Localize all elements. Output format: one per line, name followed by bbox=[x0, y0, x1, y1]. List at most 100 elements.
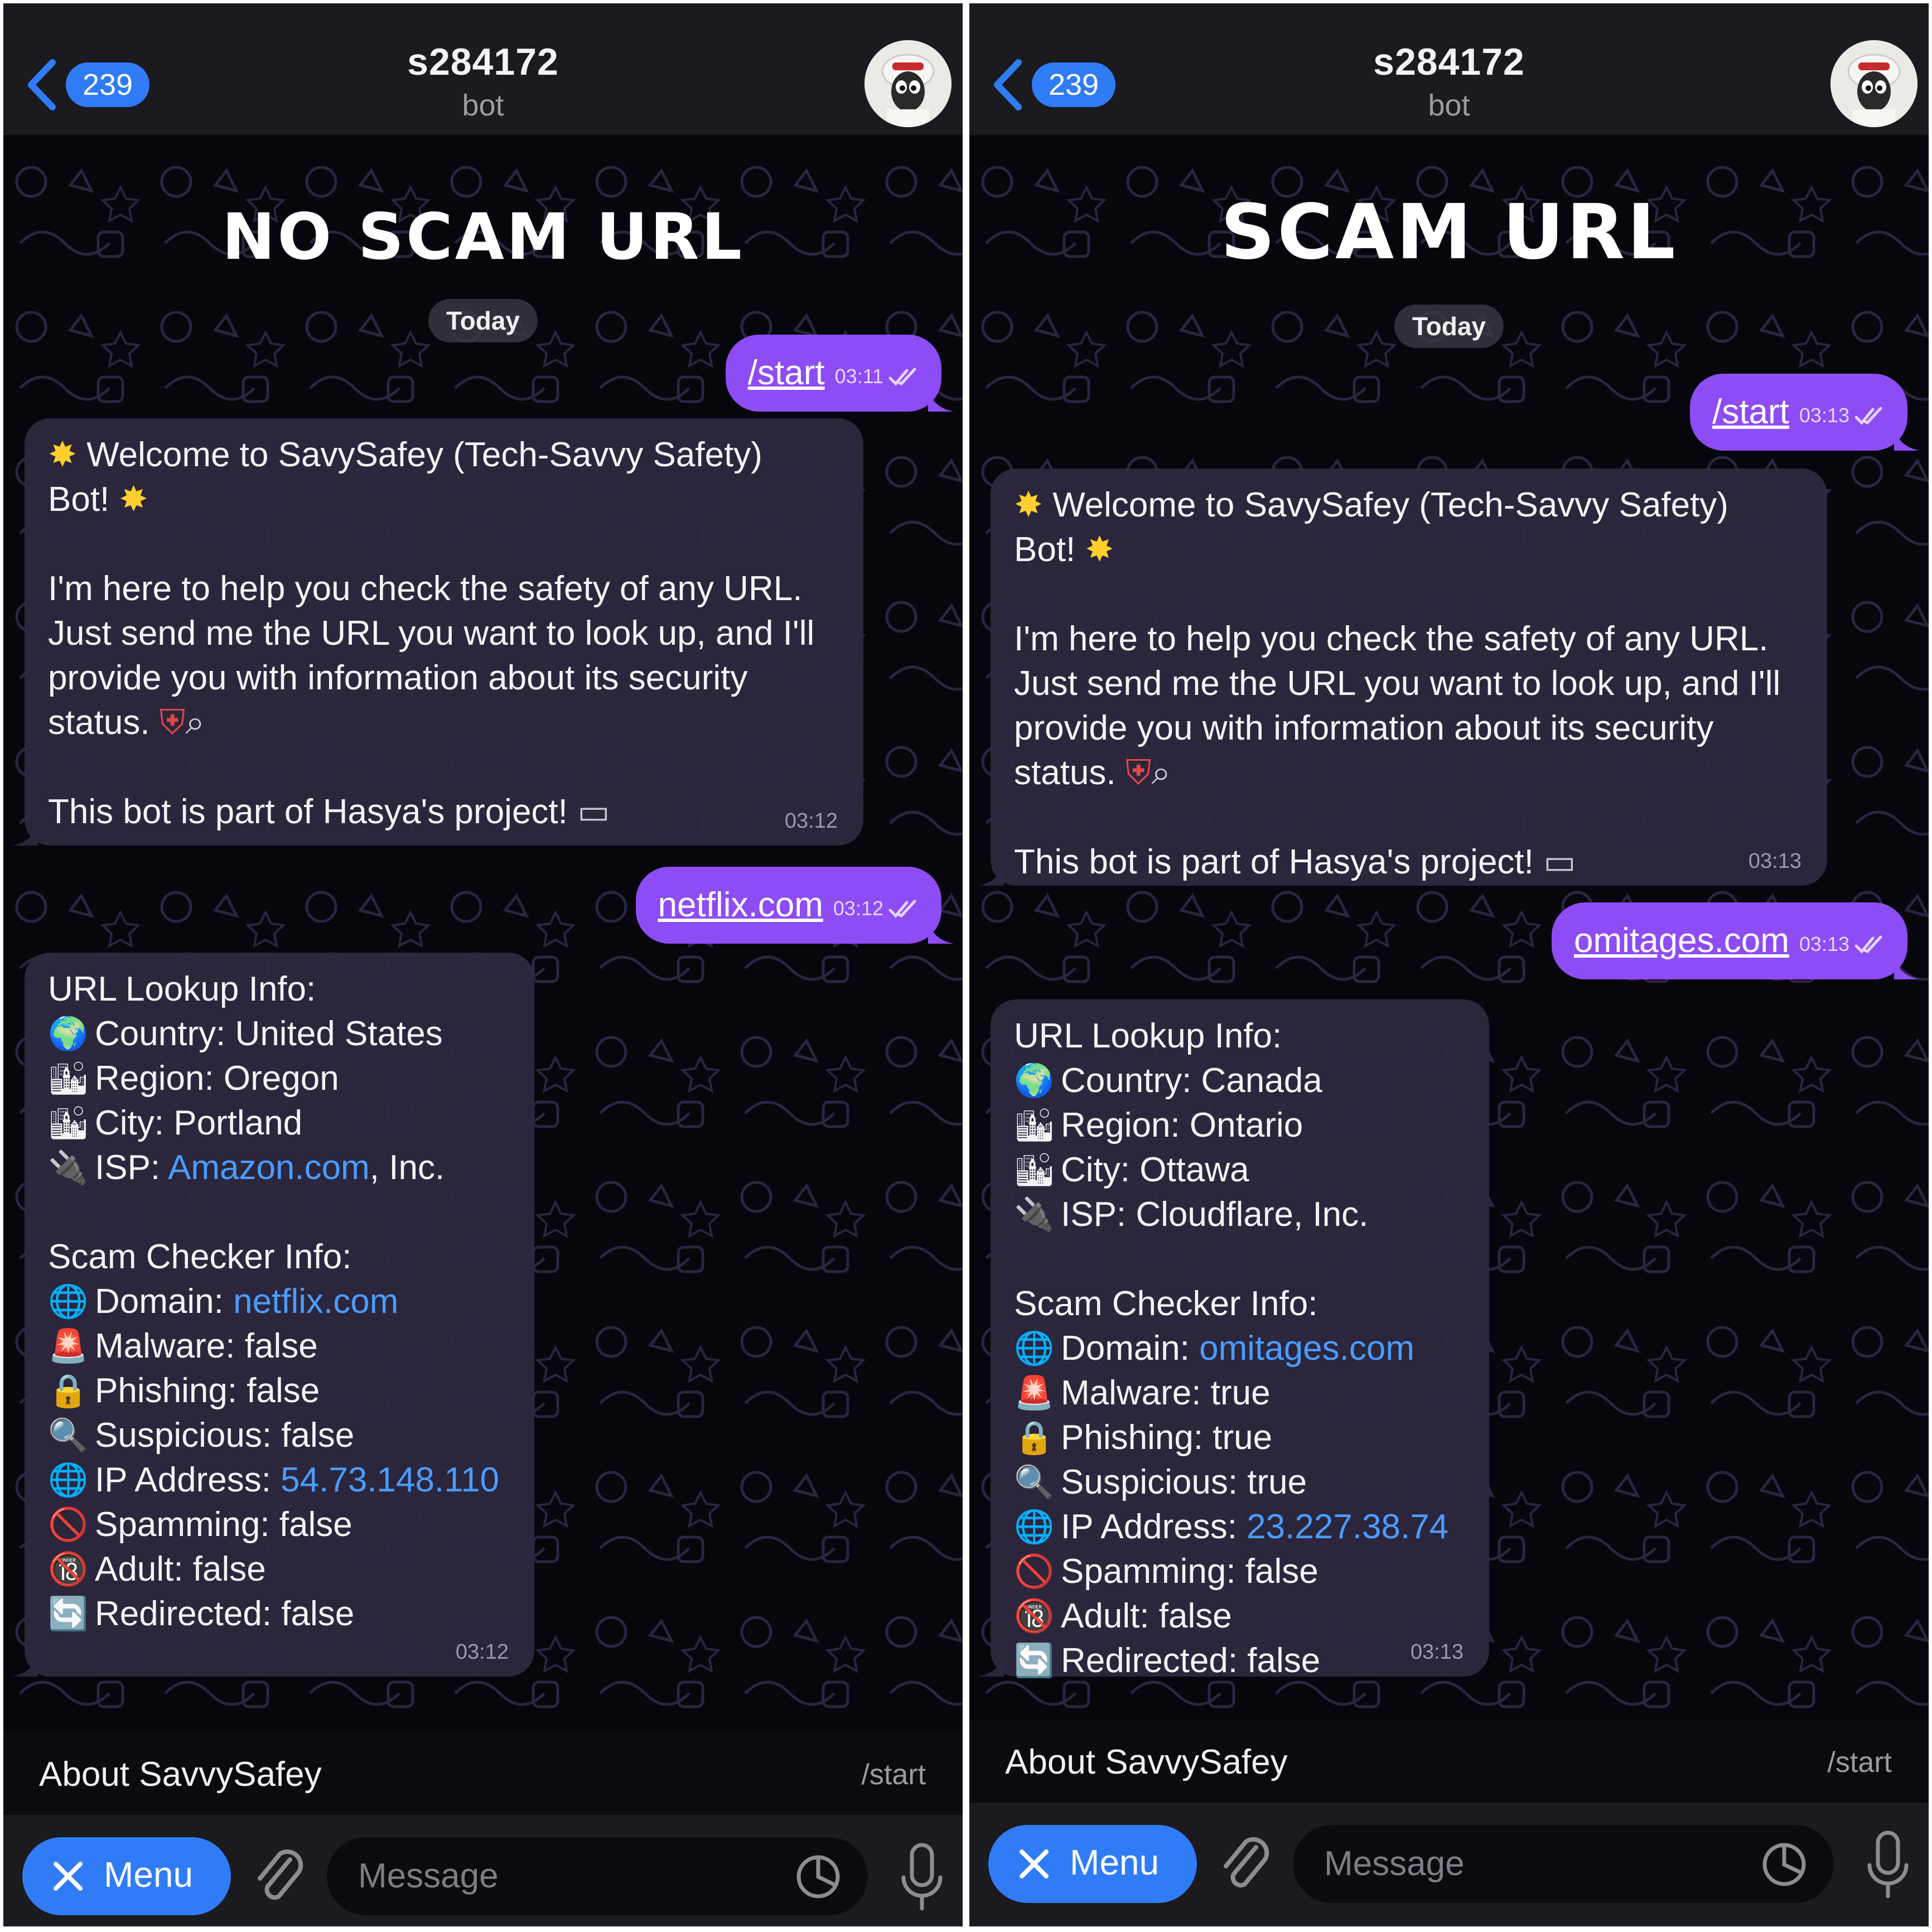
sticker-icon[interactable] bbox=[794, 1853, 842, 1901]
microphone-icon[interactable] bbox=[1864, 1825, 1912, 1903]
outgoing-message[interactable]: omitages.com 03:13 bbox=[1551, 902, 1920, 979]
city-value: City: Ottawa bbox=[1061, 1151, 1249, 1189]
menu-button[interactable]: Menu bbox=[988, 1825, 1197, 1903]
globe-icon: 🌍 bbox=[48, 1016, 89, 1052]
adult-value: Adult: false bbox=[95, 1550, 266, 1588]
chat-header: 239 s284172 bot bbox=[3, 3, 963, 135]
scam-heading: Scam Checker Info: bbox=[1014, 1284, 1318, 1323]
malware-value: Malware: false bbox=[95, 1327, 318, 1365]
country-value: Country: Canada bbox=[1061, 1061, 1322, 1100]
web-icon: 🌐 bbox=[48, 1462, 89, 1498]
bubble-tail bbox=[978, 1652, 1004, 1677]
plug-icon: 🔌 bbox=[1014, 1196, 1055, 1233]
ip-link[interactable]: 23.227.38.74 bbox=[1247, 1508, 1448, 1546]
bubble-tail bbox=[12, 821, 38, 846]
composer-bar: Menu Message bbox=[969, 1803, 1929, 1926]
paperclip-icon[interactable] bbox=[251, 1846, 307, 1907]
globe-icon: 🌍 bbox=[1014, 1062, 1055, 1099]
message-time: 03:12 bbox=[455, 1640, 509, 1664]
comparison-label: SCAM URL bbox=[1220, 189, 1678, 277]
close-icon bbox=[54, 1862, 83, 1891]
refresh-icon: 🔄 bbox=[1014, 1643, 1055, 1679]
siren-icon: 🚨 bbox=[1014, 1375, 1055, 1411]
laptop-icon: ▭ bbox=[577, 793, 610, 831]
chat-screen-no-scam: 239 s284172 bot NO SCAM URL Today /start… bbox=[3, 3, 963, 1926]
bot-avatar[interactable] bbox=[1830, 40, 1917, 127]
cityscape-icon: 🏙 bbox=[48, 1060, 89, 1097]
message-placeholder: Message bbox=[1324, 1844, 1465, 1883]
message-input[interactable]: Message bbox=[327, 1837, 868, 1915]
read-checkmarks-icon bbox=[888, 900, 916, 918]
url-link[interactable]: netflix.com bbox=[658, 867, 823, 944]
scam-heading: Scam Checker Info: bbox=[48, 1238, 352, 1276]
microphone-icon[interactable] bbox=[898, 1837, 946, 1915]
suspicious-value: Suspicious: true bbox=[1061, 1463, 1307, 1501]
welcome-message: ✸ Welcome to SavySafey (Tech-Savvy Safet… bbox=[12, 418, 863, 846]
lookup-heading: URL Lookup Info: bbox=[1014, 1017, 1282, 1055]
message-time: 03:12 bbox=[833, 897, 883, 920]
cityscape-icon: 🏙 bbox=[48, 1105, 89, 1141]
date-separator: Today bbox=[428, 299, 538, 342]
web-icon: 🌐 bbox=[48, 1283, 89, 1320]
welcome-footer: This bot is part of Hasya's project! bbox=[48, 793, 568, 831]
start-command[interactable]: /start bbox=[861, 1758, 926, 1791]
bubble-tail bbox=[1894, 426, 1920, 451]
paperclip-icon[interactable] bbox=[1217, 1834, 1273, 1895]
lookup-result-message: URL Lookup Info: 🌍 Country: Canada 🏙 Regio… bbox=[978, 999, 1489, 1680]
message-time: 03:12 bbox=[784, 809, 838, 833]
close-icon bbox=[1020, 1849, 1049, 1878]
command-link[interactable]: /start bbox=[748, 335, 825, 412]
domain-label: Domain: bbox=[1061, 1329, 1200, 1368]
magnifier-icon: 🔍 bbox=[48, 1417, 89, 1453]
chat-title[interactable]: s284172 bbox=[3, 40, 963, 84]
welcome-line: Welcome to SavySafey (Tech-Savvy Safety) bbox=[86, 436, 762, 474]
domain-label: Domain: bbox=[95, 1282, 234, 1321]
read-checkmarks-icon bbox=[1854, 935, 1882, 954]
message-input[interactable]: Message bbox=[1293, 1825, 1834, 1903]
refresh-icon: 🔄 bbox=[48, 1596, 89, 1632]
isp-value: ISP: Cloudflare, Inc. bbox=[1061, 1195, 1369, 1234]
message-time: 03:13 bbox=[1748, 849, 1801, 873]
message-time: 03:13 bbox=[1799, 933, 1849, 955]
plug-icon: 🔌 bbox=[48, 1149, 89, 1186]
chat-header: 239 s284172 bot bbox=[969, 3, 1929, 135]
ip-link[interactable]: 54.73.148.110 bbox=[281, 1461, 499, 1499]
country-value: Country: United States bbox=[95, 1015, 443, 1053]
chat-title[interactable]: s284172 bbox=[969, 40, 1929, 84]
welcome-line: Welcome to SavySafey (Tech-Savvy Safety) bbox=[1052, 486, 1728, 524]
sparkle-icon: ✸ bbox=[119, 480, 148, 519]
message-time: 03:11 bbox=[834, 365, 883, 388]
phishing-value: Phishing: true bbox=[1061, 1418, 1273, 1457]
sparkle-icon: ✸ bbox=[48, 436, 77, 474]
ip-label: IP Address: bbox=[95, 1461, 281, 1499]
spamming-value: Spamming: false bbox=[1061, 1552, 1318, 1591]
lock-icon: 🔒 bbox=[1014, 1419, 1055, 1456]
about-label[interactable]: About SavvySafey bbox=[1005, 1742, 1288, 1782]
isp-suffix: , Inc. bbox=[369, 1148, 445, 1187]
bot-command-bar[interactable]: About SavvySafey /start bbox=[969, 1719, 1929, 1803]
domain-link[interactable]: netflix.com bbox=[233, 1282, 398, 1321]
command-link[interactable]: /start bbox=[1712, 374, 1789, 451]
bot-avatar[interactable] bbox=[864, 40, 951, 127]
menu-label: Menu bbox=[1070, 1842, 1160, 1882]
outgoing-message[interactable]: netflix.com 03:12 bbox=[635, 867, 954, 944]
start-command[interactable]: /start bbox=[1827, 1746, 1892, 1779]
domain-link[interactable]: omitages.com bbox=[1199, 1329, 1414, 1368]
web-icon: 🌐 bbox=[1014, 1330, 1055, 1366]
menu-button[interactable]: Menu bbox=[22, 1837, 231, 1915]
outgoing-message[interactable]: /start 03:11 bbox=[725, 335, 954, 412]
spamming-value: Spamming: false bbox=[95, 1505, 352, 1544]
sparkle-icon: ✸ bbox=[1014, 486, 1043, 524]
url-link[interactable]: omitages.com bbox=[1574, 902, 1789, 979]
bot-command-bar[interactable]: About SavvySafey /start bbox=[3, 1731, 963, 1815]
chat-subtitle: bot bbox=[462, 89, 504, 122]
redirected-value: Redirected: false bbox=[1061, 1641, 1321, 1680]
chat-subtitle: bot bbox=[1428, 89, 1470, 122]
isp-link[interactable]: Amazon.com bbox=[168, 1148, 370, 1187]
adult-value: Adult: false bbox=[1061, 1597, 1232, 1635]
outgoing-message[interactable]: /start 03:13 bbox=[1690, 374, 1920, 451]
shield-icon: ⛨ bbox=[159, 703, 186, 742]
about-label[interactable]: About SavvySafey bbox=[39, 1755, 322, 1794]
sticker-icon[interactable] bbox=[1760, 1841, 1808, 1888]
redirected-value: Redirected: false bbox=[95, 1595, 355, 1633]
